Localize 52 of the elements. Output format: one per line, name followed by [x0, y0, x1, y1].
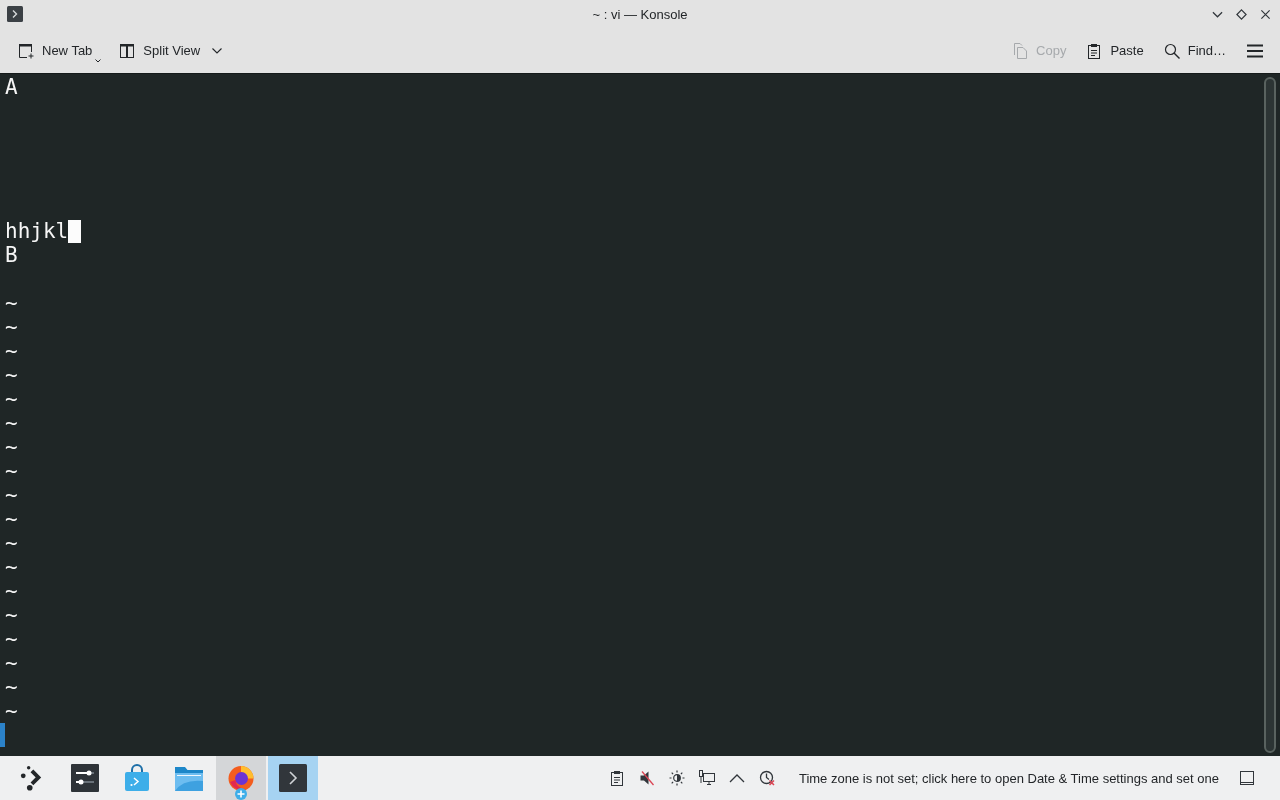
terminal-line: ~ [5, 627, 18, 651]
monitor-icon[interactable] [698, 770, 715, 786]
terminal-line: A [5, 75, 18, 99]
terminal-line: ~ [5, 555, 18, 579]
terminal-icon [279, 764, 307, 792]
browser-icon [227, 764, 255, 792]
terminal-icon[interactable] [7, 6, 23, 22]
terminal-line: ~ [5, 435, 18, 459]
folder-icon [174, 764, 204, 792]
clock-icon[interactable] [758, 770, 775, 786]
terminal-line: ~ [5, 651, 18, 675]
caret-icon [95, 58, 102, 63]
terminal-line: ~ [5, 459, 18, 483]
clipboard-icon [1086, 42, 1103, 59]
brightness-icon[interactable] [668, 770, 685, 786]
find-button[interactable]: Find… [1157, 35, 1232, 66]
shopping-bag-icon [123, 764, 151, 792]
chevron-down-icon [212, 47, 223, 54]
clipboard-icon[interactable] [608, 770, 625, 786]
terminal-line: ~ [5, 603, 18, 627]
close-icon [1259, 8, 1271, 20]
new-tab-button[interactable]: New Tab [12, 35, 108, 66]
task-button[interactable] [268, 756, 318, 800]
new-tab-icon [18, 42, 34, 59]
diamond-icon [1235, 8, 1247, 20]
terminal-line: ~ [5, 699, 18, 723]
terminal-line: ~ [5, 291, 18, 315]
terminal-line: ~ [5, 315, 18, 339]
terminal-line: ~ [5, 411, 18, 435]
terminal-line: ~ [5, 339, 18, 363]
terminal-line: ~ [5, 531, 18, 555]
window-title: ~ : vi — Konsole [592, 6, 688, 22]
scrollbar[interactable] [1264, 77, 1276, 753]
terminal-line: ~ [5, 675, 18, 699]
terminal-line: ~ [5, 483, 18, 507]
sliders-icon [71, 764, 99, 792]
terminal-line: hhjkl [5, 219, 69, 243]
terminal-line: B [5, 243, 18, 267]
menu-icon [1247, 42, 1263, 59]
split-view-button[interactable]: Split View [113, 35, 229, 66]
terminal-line: ~ [5, 507, 18, 531]
chevron-up-icon[interactable] [728, 773, 745, 783]
muted-speaker-icon[interactable] [638, 770, 655, 786]
terminal-line: ~ [5, 579, 18, 603]
copy-icon [1012, 42, 1029, 59]
split-view-icon [119, 42, 136, 59]
search-icon [1163, 42, 1180, 59]
paste-button[interactable]: Paste [1080, 35, 1150, 66]
show-desktop-icon[interactable] [1239, 770, 1255, 786]
terminal-line: ~ [5, 363, 18, 387]
timezone-notice[interactable]: Time zone is not set; click here to open Date & Time settings and set one [798, 770, 1219, 786]
terminal-line: ~ [5, 387, 18, 411]
